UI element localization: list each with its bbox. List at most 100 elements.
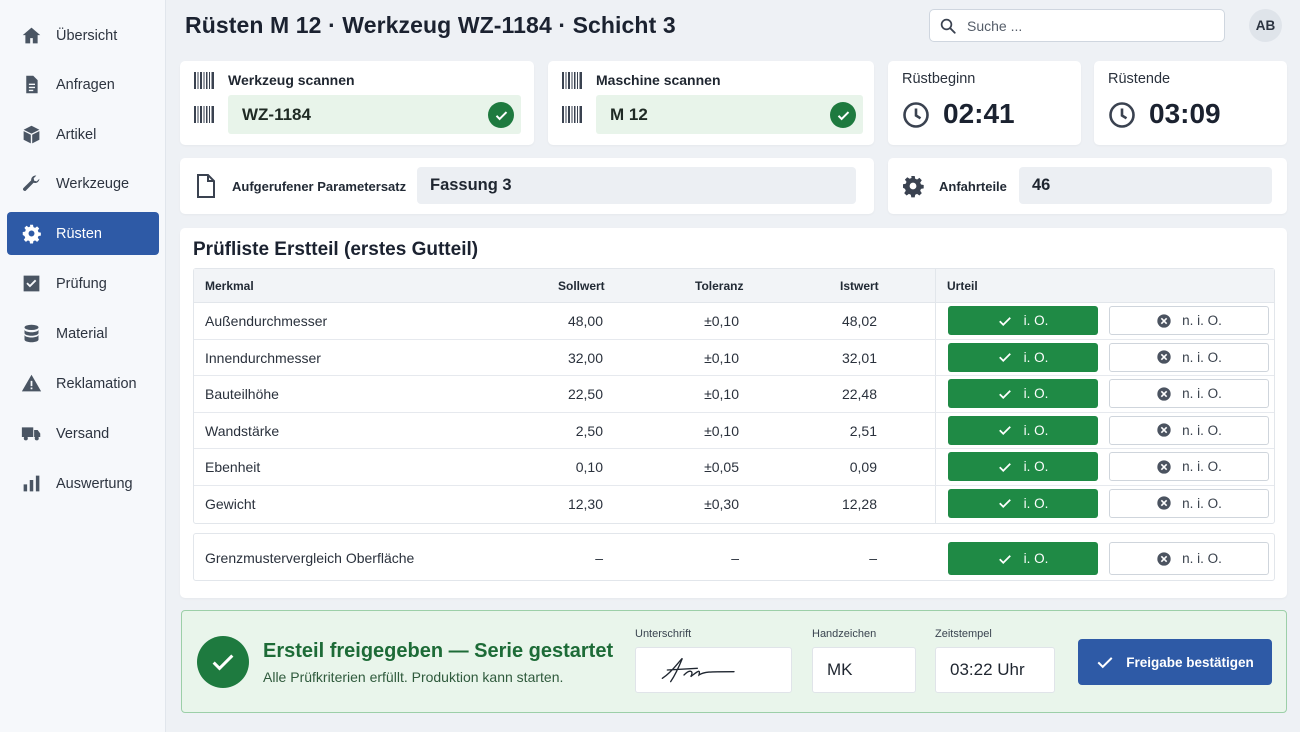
sidebar-item-pruefung[interactable]: Prüfung bbox=[7, 262, 159, 305]
cell-merkmal: Gewicht bbox=[205, 495, 256, 512]
nio-label: n. i. O. bbox=[1182, 551, 1222, 566]
column-divider bbox=[935, 376, 936, 412]
release-subtitle: Alle Prüfkriterien erfüllt. Produktion k… bbox=[263, 669, 564, 685]
sidebar-item-label: Werkzeuge bbox=[56, 175, 130, 192]
setup-start-label: Rüstbeginn bbox=[902, 71, 976, 87]
x-circle-icon bbox=[1157, 551, 1171, 566]
cell-toleranz: ±0,10 bbox=[704, 313, 739, 329]
cell-toleranz: ±0,10 bbox=[704, 349, 739, 366]
io-button[interactable]: i. O. bbox=[948, 452, 1098, 482]
initials-field[interactable]: MK bbox=[812, 647, 916, 693]
io-button[interactable]: i. O. bbox=[948, 379, 1098, 409]
tool-scan-field[interactable]: WZ-1184 bbox=[228, 95, 521, 134]
startup-parts-label: Anfahrteile bbox=[939, 179, 1007, 194]
io-label: i. O. bbox=[1023, 386, 1049, 402]
nio-button[interactable]: n. i. O. bbox=[1109, 488, 1269, 518]
box-icon bbox=[20, 124, 42, 146]
cell-istwert: 12,28 bbox=[841, 495, 877, 512]
setup-start-value: 02:41 bbox=[943, 98, 1015, 129]
x-circle-icon bbox=[1157, 460, 1171, 474]
io-button[interactable]: i. O. bbox=[948, 306, 1098, 335]
parameter-set-field[interactable]: Fassung 3 bbox=[417, 167, 856, 204]
cell-toleranz: ±0,05 bbox=[704, 459, 739, 476]
cell-istwert: 48,02 bbox=[841, 313, 877, 329]
timestamp-label: Zeitstempel bbox=[935, 628, 992, 640]
cell-sollwert: 0,10 bbox=[575, 459, 603, 476]
cell-sollwert: – bbox=[595, 550, 603, 566]
release-panel: Ersteil freigegeben — Serie gestartet Al… bbox=[181, 610, 1287, 713]
signature-label: Unterschrift bbox=[635, 628, 692, 640]
startup-parts-field[interactable]: 46 bbox=[1019, 167, 1272, 204]
sidebar-item-label: Prüfung bbox=[56, 275, 107, 292]
search-input[interactable] bbox=[967, 17, 1207, 34]
avatar[interactable]: AB bbox=[1249, 9, 1282, 42]
document-icon bbox=[197, 174, 215, 198]
sidebar-item-label: Rüsten bbox=[56, 225, 102, 242]
cell-merkmal: Außendurchmesser bbox=[205, 313, 328, 329]
x-circle-icon bbox=[1157, 496, 1171, 511]
cell-merkmal: Wandstärke bbox=[205, 422, 280, 439]
timestamp-field[interactable]: 03:22 Uhr bbox=[935, 647, 1055, 693]
column-header-toleranz: Toleranz bbox=[695, 279, 744, 293]
sidebar-item-label: Anfragen bbox=[56, 76, 115, 93]
cell-istwert: 32,01 bbox=[841, 349, 877, 366]
cell-toleranz: ±0,30 bbox=[704, 495, 739, 512]
io-button[interactable]: i. O. bbox=[948, 488, 1098, 518]
table-row: Wandstärke 2,50 ±0,10 2,51 i. O. n. i. O. bbox=[194, 412, 1274, 450]
table-header: Merkmal Sollwert Toleranz Istwert Urteil bbox=[194, 269, 1274, 303]
sidebar-item-material[interactable]: Material bbox=[7, 312, 159, 355]
nio-button[interactable]: n. i. O. bbox=[1109, 306, 1269, 335]
clock-icon bbox=[1109, 102, 1135, 128]
check-icon bbox=[998, 554, 1011, 564]
sidebar-item-versand[interactable]: Versand bbox=[7, 412, 159, 455]
cell-merkmal: Grenzmustervergleich Oberfläche bbox=[205, 550, 415, 566]
table-row: Bauteilhöhe 22,50 ±0,10 22,48 i. O. n. i. O. bbox=[194, 376, 1274, 413]
search-icon bbox=[940, 18, 956, 34]
column-divider bbox=[935, 412, 936, 449]
sidebar: Übersicht Anfragen Artikel Werkzeuge Rüs… bbox=[0, 0, 166, 732]
sidebar-item-reklamation[interactable]: Reklamation bbox=[7, 362, 159, 405]
sidebar-item-ruesten[interactable]: Rüsten bbox=[7, 212, 159, 255]
sidebar-item-auswertung[interactable]: Auswertung bbox=[7, 462, 159, 505]
sidebar-item-anfragen[interactable]: Anfragen bbox=[7, 63, 159, 106]
nio-button[interactable]: n. i. O. bbox=[1109, 452, 1269, 482]
machine-scan-field[interactable]: M 12 bbox=[596, 95, 863, 134]
sidebar-item-artikel[interactable]: Artikel bbox=[7, 113, 159, 156]
cell-merkmal: Ebenheit bbox=[205, 459, 261, 476]
nio-button[interactable]: n. i. O. bbox=[1109, 379, 1269, 409]
nio-button[interactable]: n. i. O. bbox=[1109, 415, 1269, 445]
cell-istwert: 0,09 bbox=[849, 459, 877, 476]
nio-label: n. i. O. bbox=[1182, 422, 1222, 438]
io-button[interactable]: i. O. bbox=[948, 342, 1098, 372]
parameter-set-label: Aufgerufener Parametersatz bbox=[232, 179, 407, 194]
checklist-title: Prüfliste Erstteil (erstes Gutteil) bbox=[193, 239, 479, 260]
nio-button[interactable]: n. i. O. bbox=[1109, 342, 1269, 372]
gear-icon bbox=[903, 176, 924, 198]
nio-label: n. i. O. bbox=[1182, 349, 1222, 365]
table-row-surface-check: Grenzmustervergleich Oberfläche – – – i.… bbox=[193, 533, 1275, 581]
cell-sollwert: 2,50 bbox=[575, 422, 603, 439]
column-divider bbox=[935, 269, 936, 302]
io-button[interactable]: i. O. bbox=[948, 542, 1098, 575]
io-button[interactable]: i. O. bbox=[948, 415, 1098, 445]
cell-sollwert: 48,00 bbox=[567, 313, 603, 329]
cell-toleranz: – bbox=[731, 550, 739, 566]
confirm-release-button[interactable]: Freigabe bestätigen bbox=[1078, 639, 1272, 685]
nio-button[interactable]: n. i. O. bbox=[1109, 542, 1269, 575]
tool-scan-value: WZ-1184 bbox=[242, 104, 311, 124]
checkbox-icon bbox=[20, 273, 42, 295]
setup-end-value: 03:09 bbox=[1149, 98, 1221, 129]
check-icon bbox=[998, 463, 1011, 472]
tool-scan-card: Werkzeug scannen WZ-1184 bbox=[180, 61, 534, 145]
signature-field[interactable] bbox=[635, 647, 792, 693]
sidebar-item-uebersicht[interactable]: Übersicht bbox=[7, 14, 159, 57]
io-label: i. O. bbox=[1023, 551, 1049, 566]
sidebar-item-werkzeuge[interactable]: Werkzeuge bbox=[7, 162, 159, 205]
check-icon bbox=[1097, 657, 1113, 669]
document-icon bbox=[20, 74, 42, 96]
gear-icon bbox=[20, 223, 42, 245]
warning-icon bbox=[20, 373, 42, 395]
search-box[interactable] bbox=[929, 9, 1225, 42]
cell-toleranz: ±0,10 bbox=[704, 386, 739, 403]
x-circle-icon bbox=[1157, 387, 1171, 401]
